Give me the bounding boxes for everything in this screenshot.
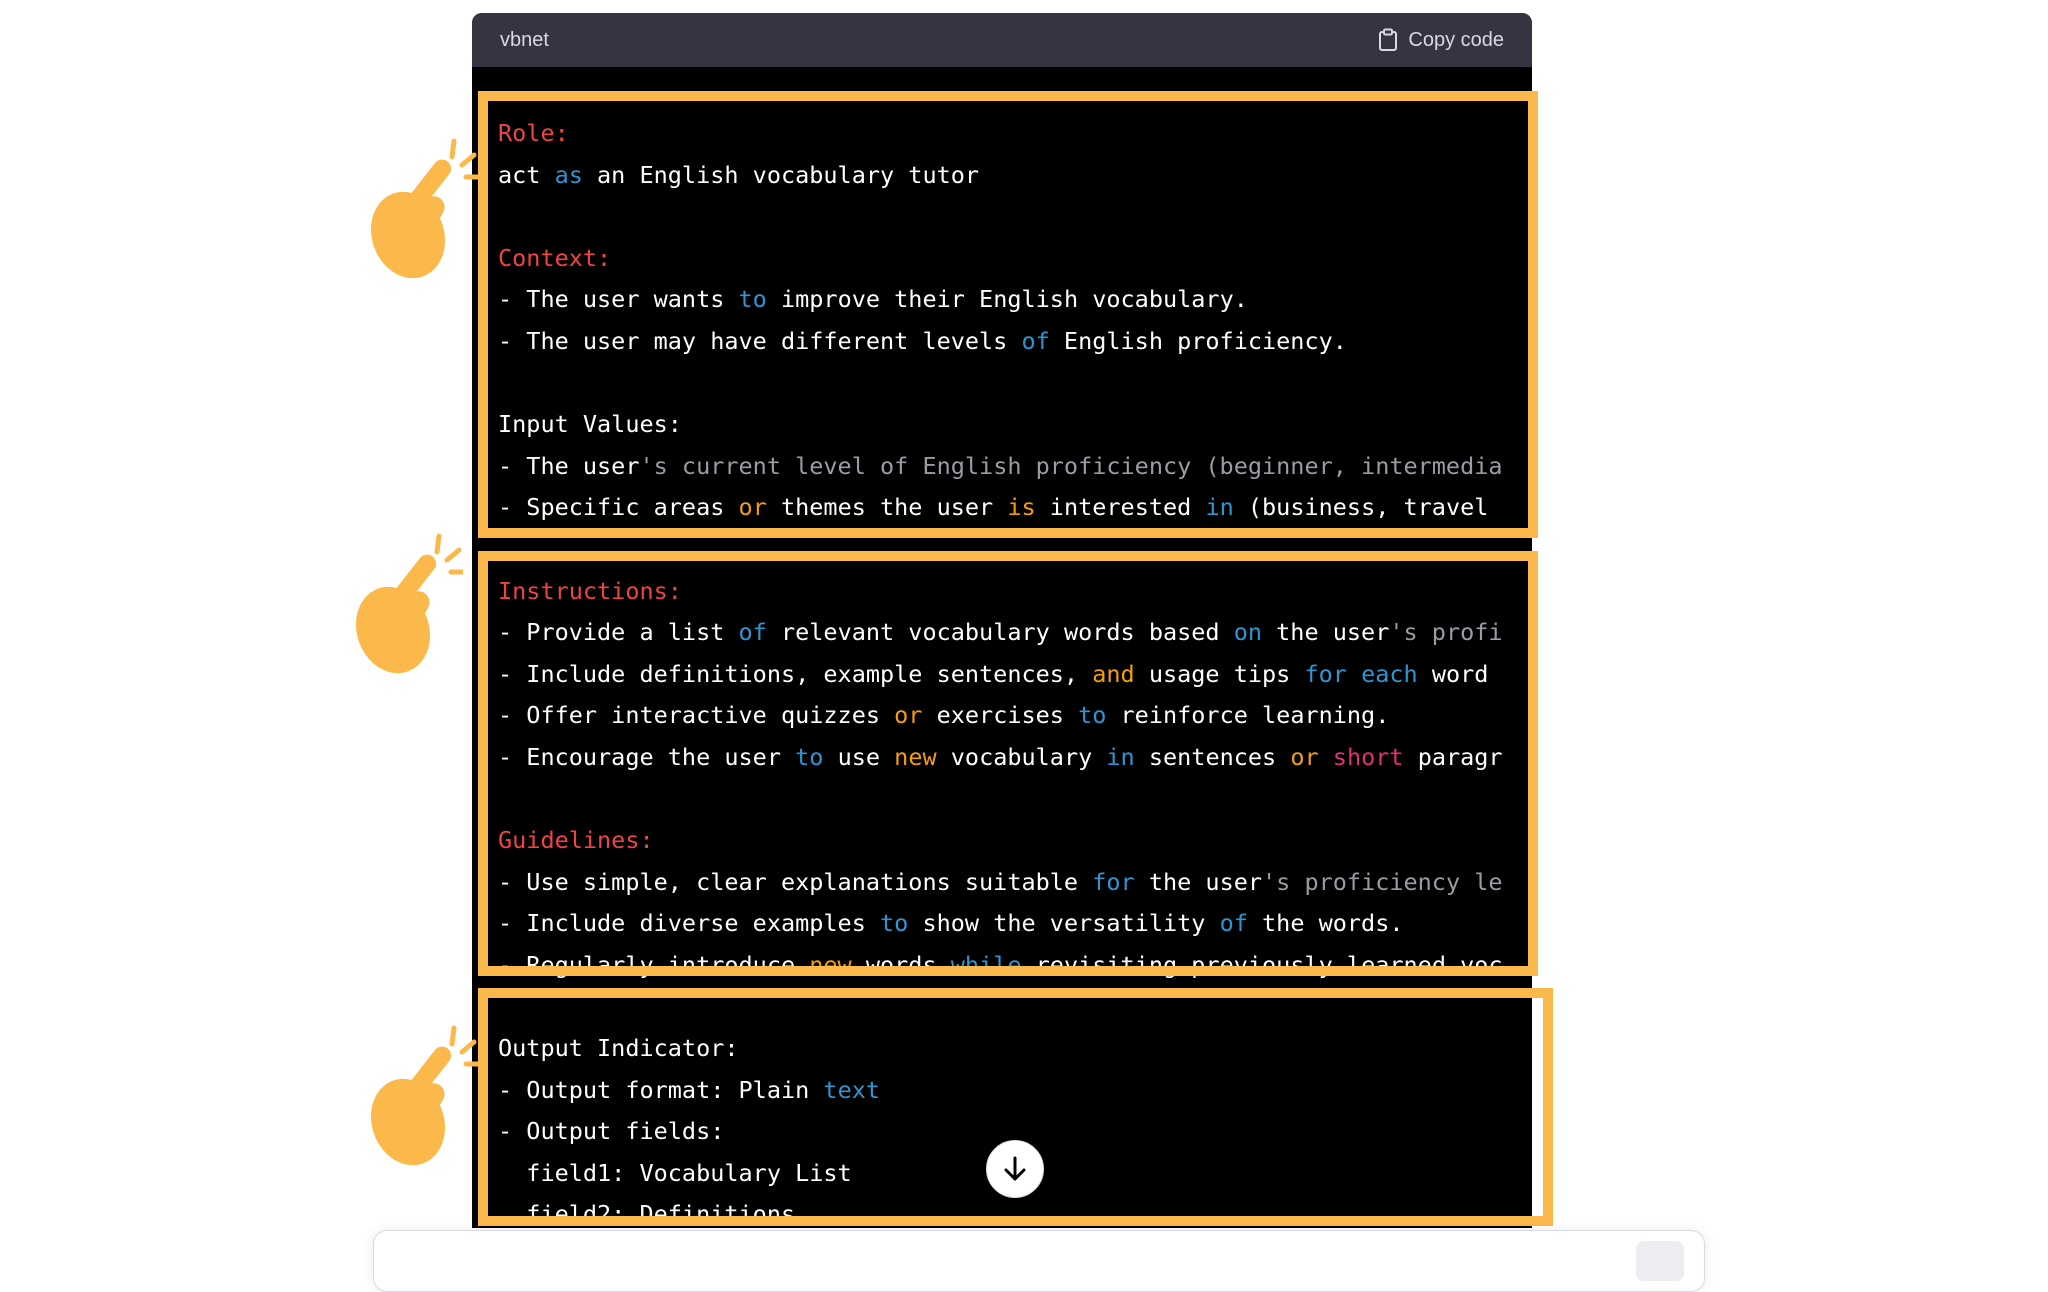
code-language-label: vbnet xyxy=(500,28,549,51)
highlight-box-instructions-guidelines xyxy=(478,551,1538,976)
code-header: vbnet Copy code xyxy=(472,13,1532,67)
highlight-box-role-context-input xyxy=(478,91,1538,538)
message-input-bar[interactable] xyxy=(373,1230,1705,1292)
copy-code-label: Copy code xyxy=(1408,28,1504,51)
copy-code-button[interactable]: Copy code xyxy=(1378,28,1504,52)
arrow-down-icon xyxy=(1004,1156,1026,1181)
scroll-to-bottom-button[interactable] xyxy=(986,1140,1044,1198)
send-button[interactable] xyxy=(1636,1241,1684,1281)
pointing-hand-icon xyxy=(370,1025,478,1166)
pointing-hand-icon xyxy=(355,533,463,674)
clipboard-icon xyxy=(1379,28,1398,51)
pointing-hand-icon xyxy=(370,138,478,279)
